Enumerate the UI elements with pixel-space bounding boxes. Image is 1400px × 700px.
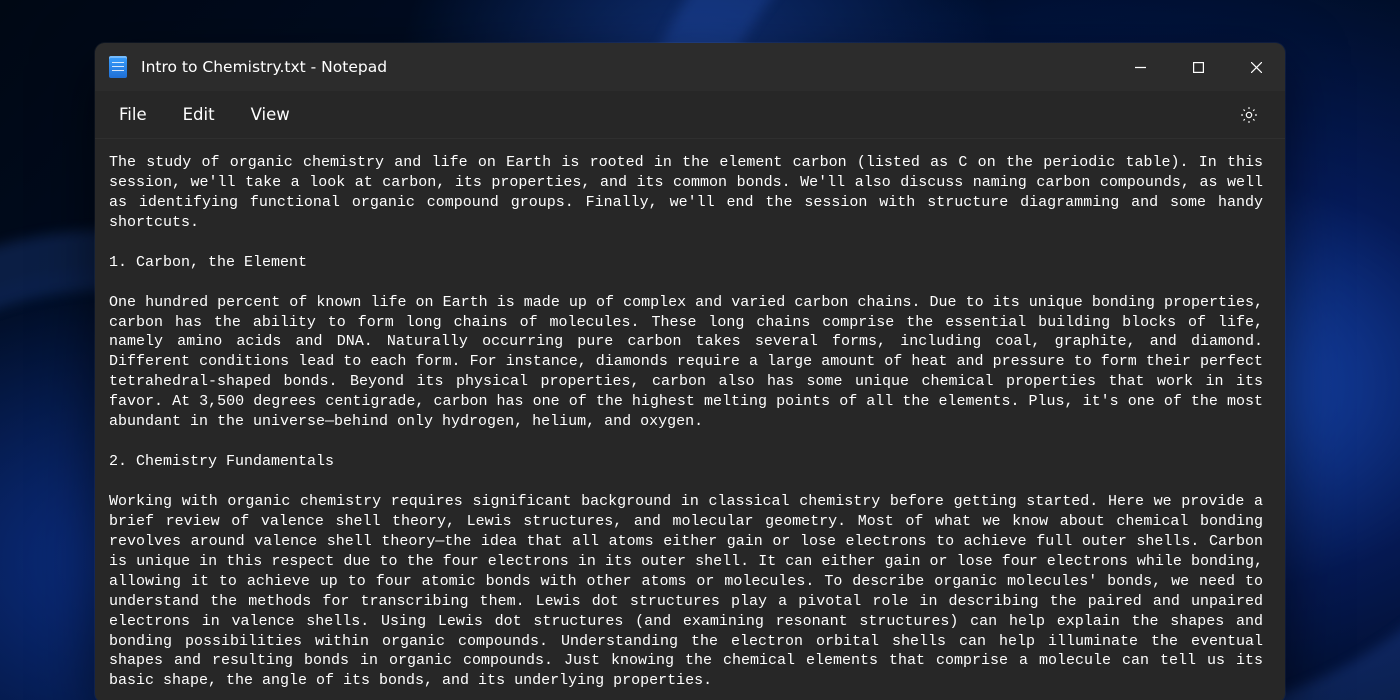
- notepad-window: Intro to Chemistry.txt - Notepad File Ed…: [95, 43, 1285, 700]
- window-title: Intro to Chemistry.txt - Notepad: [141, 58, 387, 76]
- text-editor[interactable]: The study of organic chemistry and life …: [95, 139, 1285, 700]
- close-icon: [1251, 62, 1262, 73]
- editor-area: The study of organic chemistry and life …: [95, 139, 1285, 700]
- maximize-button[interactable]: [1169, 43, 1227, 91]
- menu-view[interactable]: View: [233, 97, 308, 132]
- document-paragraph: Working with organic chemistry requires …: [109, 492, 1263, 691]
- maximize-icon: [1193, 62, 1204, 73]
- minimize-button[interactable]: [1111, 43, 1169, 91]
- menubar: File Edit View: [95, 91, 1285, 139]
- gear-icon: [1239, 105, 1259, 125]
- settings-button[interactable]: [1227, 95, 1271, 135]
- window-controls: [1111, 43, 1285, 91]
- notepad-app-icon: [109, 56, 127, 78]
- minimize-icon: [1135, 62, 1146, 73]
- document-paragraph: 1. Carbon, the Element: [109, 253, 1263, 273]
- menu-edit[interactable]: Edit: [165, 97, 233, 132]
- document-paragraph: The study of organic chemistry and life …: [109, 153, 1263, 233]
- document-paragraph: One hundred percent of known life on Ear…: [109, 293, 1263, 433]
- close-button[interactable]: [1227, 43, 1285, 91]
- menu-file[interactable]: File: [101, 97, 165, 132]
- document-paragraph: 2. Chemistry Fundamentals: [109, 452, 1263, 472]
- titlebar[interactable]: Intro to Chemistry.txt - Notepad: [95, 43, 1285, 91]
